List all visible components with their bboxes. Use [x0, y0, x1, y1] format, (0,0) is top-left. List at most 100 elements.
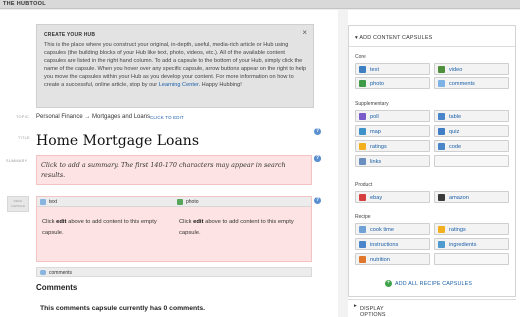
- create-hub-tail: . Happy Hubbing!: [198, 82, 242, 88]
- capsule-button-label: code: [449, 143, 462, 150]
- capsule-button-label: table: [449, 113, 462, 120]
- capsule-button-ratings[interactable]: ratings: [434, 223, 509, 235]
- text-capsule-header[interactable]: text: [37, 197, 174, 207]
- photo-capsule-prompt: Click edit above to add content to this …: [179, 217, 304, 239]
- close-icon[interactable]: ×: [302, 28, 307, 37]
- capsule-button-video[interactable]: video: [434, 63, 509, 75]
- text-capsule-prompt-pre: Click: [42, 219, 57, 225]
- capsule-button-label: map: [370, 128, 381, 135]
- links-icon: [359, 158, 366, 165]
- capsule-button-text[interactable]: text: [355, 63, 430, 75]
- capsule-button-label: text: [370, 66, 380, 73]
- text-capsule[interactable]: text Click edit above to add content to …: [37, 197, 174, 261]
- cook-time-icon: [359, 226, 366, 233]
- section-supplementary-label: Supplementary: [355, 101, 389, 107]
- title-help-icon[interactable]: ?: [314, 128, 321, 135]
- comments-capsule-header[interactable]: comments: [36, 267, 312, 277]
- photo-capsule-header[interactable]: photo: [174, 197, 311, 207]
- capsule-button-code[interactable]: code: [434, 140, 509, 152]
- summary-label: SUMMARY: [6, 159, 28, 163]
- display-options-toggle[interactable]: ▸ DISPLAY OPTIONS: [348, 299, 516, 317]
- capsule-button-label: ratings: [449, 226, 466, 233]
- capsule-button-map[interactable]: map: [355, 125, 430, 137]
- summary-help-icon-2[interactable]: ?: [314, 155, 321, 162]
- text-capsule-prompt: Click edit above to add content to this …: [42, 217, 167, 239]
- panel-title-text: ADD CONTENT CAPSULES: [359, 35, 433, 41]
- quiz-icon: [438, 128, 445, 135]
- map-icon: [359, 128, 366, 135]
- capsule-button-label: comments: [449, 80, 475, 87]
- code-icon: [438, 143, 445, 150]
- capsule-button-instructions[interactable]: instructions: [355, 238, 430, 250]
- topic-label: TOPIC: [16, 115, 30, 119]
- topic-edit-link[interactable]: CLICK TO EDIT: [150, 115, 184, 120]
- nutrition-icon: [359, 256, 366, 263]
- capsule-button-label: photo: [370, 80, 384, 87]
- ratings-icon: [359, 143, 366, 150]
- display-options-label: ▸ DISPLAY OPTIONS: [354, 303, 386, 317]
- capsule-button-ebay[interactable]: ebay: [355, 191, 430, 203]
- photo-capsule[interactable]: photo Click edit above to add content to…: [174, 197, 311, 261]
- photo-capsule-prompt-pre: Click: [179, 219, 194, 225]
- photo-capsule-edit-word[interactable]: edit: [193, 219, 203, 225]
- capsule-button-poll[interactable]: poll: [355, 110, 430, 122]
- capsule-area: text Click edit above to add content to …: [36, 196, 312, 262]
- summary-field[interactable]: Click to add a summary. The first 140-17…: [36, 155, 312, 185]
- capsule-button-nutrition[interactable]: nutrition: [355, 253, 430, 265]
- capsule-button-amazon[interactable]: amazon: [434, 191, 509, 203]
- add-all-recipe-button[interactable]: + ADD ALL RECIPE CAPSULES: [385, 280, 472, 287]
- topic-value[interactable]: Personal Finance → Mortgages and Loans: [36, 114, 150, 120]
- amazon-icon: [438, 194, 445, 201]
- panel-rule: [349, 46, 515, 47]
- photo-icon: [359, 80, 366, 87]
- capsule-button-label: quiz: [449, 128, 460, 135]
- video-icon: [438, 66, 445, 73]
- panel-gutter: [338, 10, 348, 317]
- panel-title[interactable]: ▾ ADD CONTENT CAPSULES: [355, 35, 432, 41]
- add-content-capsules-panel: ▾ ADD CONTENT CAPSULES Core text video pho…: [348, 25, 516, 297]
- capsule-button-cook-time[interactable]: cook time: [355, 223, 430, 235]
- text-capsule-edit-word[interactable]: edit: [56, 219, 66, 225]
- section-core-label: Core: [355, 54, 366, 60]
- capsule-button-label: ebay: [370, 194, 383, 201]
- capsule-button-label: ratings: [370, 143, 387, 150]
- capsule-button-table[interactable]: table: [434, 110, 509, 122]
- title-label: TITLE: [18, 136, 30, 140]
- photo-capsule-label: photo: [186, 199, 199, 205]
- app-title-bar: THE HUBTOOL: [0, 0, 520, 10]
- learning-center-link[interactable]: Learning Center: [159, 82, 199, 88]
- capsule-button-label: amazon: [449, 194, 469, 201]
- text-capsule-label: text: [49, 199, 58, 205]
- app-title: THE HUBTOOL: [3, 1, 46, 7]
- hub-title[interactable]: Home Mortgage Loans: [36, 133, 199, 149]
- section-product-label: Product: [355, 182, 373, 188]
- summary-placeholder: Click to add a summary. The first 140-17…: [41, 161, 286, 179]
- capsule-button-ingredients[interactable]: ingredients: [434, 238, 509, 250]
- display-options-text: DISPLAY OPTIONS: [360, 306, 386, 317]
- add-all-label: ADD ALL RECIPE CAPSULES: [395, 280, 473, 287]
- capsule-button-label: video: [449, 66, 463, 73]
- empty-capsule-slot: [434, 253, 509, 265]
- drag-capsule-handle[interactable]: DRAG CAPSULE: [7, 196, 29, 212]
- capsule-help-icon[interactable]: ?: [314, 197, 321, 204]
- comments-icon: [40, 270, 46, 275]
- capsule-button-comments[interactable]: comments: [434, 77, 509, 89]
- comments-title: Comments: [36, 283, 78, 292]
- table-icon: [438, 113, 445, 120]
- capsule-button-label: links: [370, 158, 382, 165]
- capsule-button-links[interactable]: links: [355, 155, 430, 167]
- capsule-button-label: nutrition: [370, 256, 390, 263]
- capsule-button-label: poll: [370, 113, 379, 120]
- empty-capsule-slot: [434, 155, 509, 167]
- section-recipe-label: Recipe: [355, 214, 371, 220]
- plus-icon: +: [385, 280, 392, 287]
- comments-icon: [438, 80, 445, 87]
- capsule-button-ratings[interactable]: ratings: [355, 140, 430, 152]
- comments-capsule-label: comments: [49, 270, 73, 276]
- recipe-ratings-icon: [438, 226, 445, 233]
- capsule-button-quiz[interactable]: quiz: [434, 125, 509, 137]
- capsule-button-photo[interactable]: photo: [355, 77, 430, 89]
- instructions-icon: [359, 241, 366, 248]
- comments-message: This comments capsule currently has 0 co…: [40, 305, 206, 312]
- create-hub-heading: CREATE YOUR HUB: [44, 32, 96, 38]
